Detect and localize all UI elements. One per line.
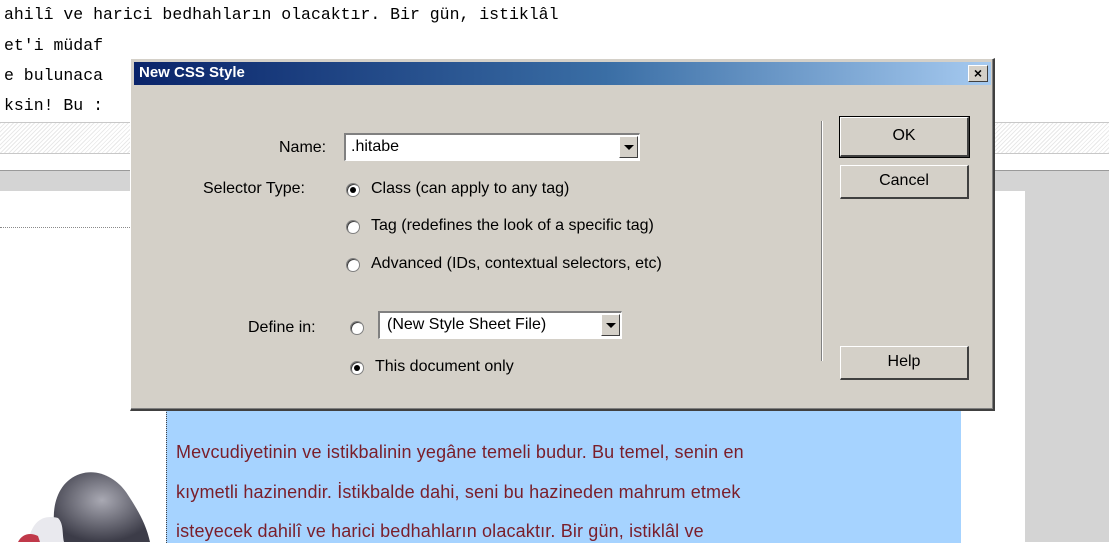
decorative-image [18,472,150,542]
code-line: ahilî ve harici bedhahların olacaktır. B… [4,5,559,24]
cancel-button[interactable]: Cancel [840,165,969,199]
radio-advanced[interactable] [346,258,360,272]
new-css-style-dialog: New CSS Style × Name: .hitabe Selector T… [130,58,995,411]
dialog-title: New CSS Style [139,64,245,81]
radio-this-document[interactable] [350,361,364,375]
body-text-line: kıymetli hazinendir. İstikbalde dahi, se… [176,482,741,502]
radio-class[interactable] [346,183,360,197]
ok-button[interactable]: OK [839,116,970,158]
body-text-line: isteyecek dahilî ve harici bedhahların o… [176,521,704,541]
close-icon: × [973,65,983,81]
option-advanced-label[interactable]: Advanced (IDs, contextual selectors, etc… [371,255,662,273]
help-button[interactable]: Help [840,346,969,380]
style-sheet-value: (New Style Sheet File) [387,316,547,333]
dialog-titlebar[interactable]: New CSS Style × [134,62,991,85]
selector-type-label: Selector Type: [203,180,305,197]
code-line: e bulunaca [4,66,104,85]
option-tag-label[interactable]: Tag (redefines the look of a specific ta… [371,217,654,235]
vertical-separator [821,121,823,361]
option-class-label[interactable]: Class (can apply to any tag) [371,180,569,198]
name-value: .hitabe [351,138,400,155]
chevron-down-icon[interactable] [619,136,638,158]
code-line: ksin! Bu : [4,96,104,115]
name-label: Name: [279,139,327,156]
code-line: et'i müdaf [4,36,104,55]
define-in-label: Define in: [248,319,316,336]
close-button[interactable]: × [968,65,988,82]
body-text-line: Mevcudiyetinin ve istikbalinin yegâne te… [176,442,744,462]
option-this-document-label[interactable]: This document only [375,358,514,376]
chevron-down-icon[interactable] [601,314,620,336]
radio-tag[interactable] [346,220,360,234]
radio-new-style-sheet[interactable] [350,321,364,335]
style-sheet-combobox[interactable]: (New Style Sheet File) [378,311,622,339]
name-combobox[interactable]: .hitabe [344,133,640,161]
